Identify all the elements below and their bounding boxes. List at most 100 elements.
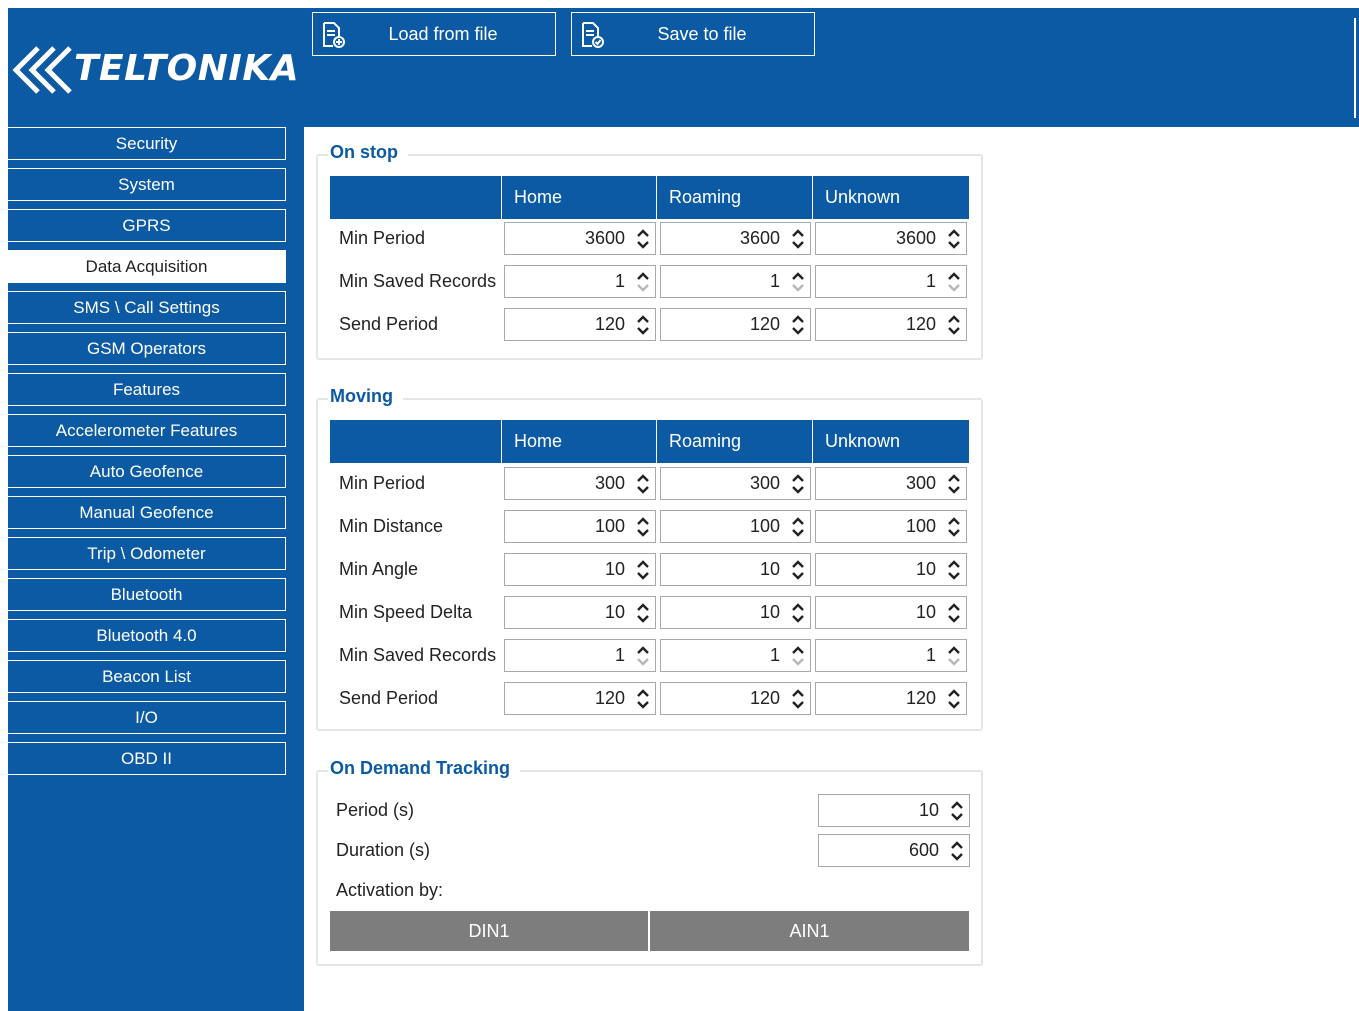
- min-angle-unknown-value: 10: [915, 559, 936, 579]
- min-distance-unknown-stepper[interactable]: 100: [815, 510, 967, 543]
- sidebar-item-security[interactable]: Security: [8, 127, 286, 160]
- spin-arrows-icon[interactable]: [946, 471, 962, 497]
- spin-arrows-icon[interactable]: [946, 600, 962, 626]
- sidebar-item-sms-call-settings[interactable]: SMS \ Call Settings: [8, 291, 286, 324]
- spin-arrows-icon[interactable]: [635, 514, 651, 540]
- row-label-min-distance: Min Distance: [339, 516, 444, 536]
- period-stepper[interactable]: 10: [818, 794, 970, 827]
- spin-arrows-icon[interactable]: [635, 600, 651, 626]
- sidebar-item-manual-geofence[interactable]: Manual Geofence: [8, 496, 286, 529]
- spin-arrows-icon[interactable]: [635, 312, 651, 338]
- toolbar-divider: [1354, 18, 1356, 118]
- sidebar-item-gsm-operators[interactable]: GSM Operators: [8, 332, 286, 365]
- column-header-unknown: Unknown: [812, 420, 969, 463]
- spin-arrows-icon[interactable]: [790, 643, 806, 669]
- min-period-home-value: 3600: [584, 228, 625, 248]
- send-period-unknown-stepper[interactable]: 120: [815, 308, 967, 341]
- min-angle-home-stepper[interactable]: 10: [504, 553, 656, 586]
- min-period-home-stepper[interactable]: 3600: [504, 222, 656, 255]
- min-saved-records-unknown-stepper[interactable]: 1: [815, 639, 967, 672]
- min-period-unknown-stepper[interactable]: 3600: [815, 222, 967, 255]
- send-period-home-value: 120: [594, 688, 625, 708]
- duration-stepper[interactable]: 600: [818, 834, 970, 867]
- on-demand-title: On Demand Tracking: [328, 756, 521, 780]
- min-period-roaming-value: 300: [749, 473, 780, 493]
- spin-arrows-icon[interactable]: [790, 686, 806, 712]
- sidebar-item-trip-odometer[interactable]: Trip \ Odometer: [8, 537, 286, 570]
- send-period-roaming-stepper[interactable]: 120: [660, 308, 811, 341]
- min-saved-records-roaming-value: 1: [769, 645, 780, 665]
- duration-label: Duration (s): [336, 840, 431, 860]
- din1-button[interactable]: DIN1: [330, 911, 648, 951]
- min-period-unknown-stepper[interactable]: 300: [815, 467, 967, 500]
- min-angle-roaming-stepper[interactable]: 10: [660, 553, 811, 586]
- min-saved-records-home-stepper[interactable]: 1: [504, 265, 656, 298]
- min-speed-delta-home-stepper[interactable]: 10: [504, 596, 656, 629]
- send-period-unknown-stepper[interactable]: 120: [815, 682, 967, 715]
- sidebar-item-auto-geofence[interactable]: Auto Geofence: [8, 455, 286, 488]
- min-distance-unknown-value: 100: [905, 516, 936, 536]
- sidebar-item-gprs[interactable]: GPRS: [8, 209, 286, 242]
- moving-title: Moving: [328, 384, 403, 408]
- sidebar-item-system[interactable]: System: [8, 168, 286, 201]
- spin-arrows-icon[interactable]: [635, 686, 651, 712]
- spin-arrows-icon[interactable]: [790, 600, 806, 626]
- min-speed-delta-unknown-stepper[interactable]: 10: [815, 596, 967, 629]
- sidebar-item-data-acquisition[interactable]: Data Acquisition: [8, 250, 286, 283]
- spin-arrows-icon[interactable]: [949, 798, 965, 824]
- row-label-min-saved-records: Min Saved Records: [339, 645, 497, 665]
- min-saved-records-roaming-stepper[interactable]: 1: [660, 639, 811, 672]
- send-period-unknown-value: 120: [905, 688, 936, 708]
- spin-arrows-icon[interactable]: [790, 269, 806, 295]
- spin-arrows-icon[interactable]: [946, 312, 962, 338]
- spin-arrows-icon[interactable]: [790, 514, 806, 540]
- sidebar-item-features[interactable]: Features: [8, 373, 286, 406]
- send-period-home-stepper[interactable]: 120: [504, 308, 656, 341]
- spin-arrows-icon[interactable]: [946, 514, 962, 540]
- spin-arrows-icon[interactable]: [949, 838, 965, 864]
- teltonika-logo: TELTONIKA: [8, 36, 304, 96]
- load-from-file-button[interactable]: Load from file: [312, 12, 556, 56]
- spin-arrows-icon[interactable]: [790, 226, 806, 252]
- min-saved-records-home-stepper[interactable]: 1: [504, 639, 656, 672]
- spin-arrows-icon[interactable]: [790, 312, 806, 338]
- spin-arrows-icon[interactable]: [946, 557, 962, 583]
- sidebar-item-accelerometer-features[interactable]: Accelerometer Features: [8, 414, 286, 447]
- min-distance-home-stepper[interactable]: 100: [504, 510, 656, 543]
- spin-arrows-icon[interactable]: [635, 643, 651, 669]
- min-period-home-stepper[interactable]: 300: [504, 467, 656, 500]
- min-angle-unknown-stepper[interactable]: 10: [815, 553, 967, 586]
- spin-arrows-icon[interactable]: [790, 557, 806, 583]
- spin-arrows-icon[interactable]: [946, 269, 962, 295]
- row-label-min-angle: Min Angle: [339, 559, 419, 579]
- min-distance-roaming-stepper[interactable]: 100: [660, 510, 811, 543]
- sidebar-item-io[interactable]: I/O: [8, 701, 286, 734]
- min-speed-delta-unknown-value: 10: [915, 602, 936, 622]
- column-header-home: Home: [501, 420, 656, 463]
- save-to-file-label: Save to file: [657, 23, 747, 44]
- row-label-min-saved-records: Min Saved Records: [339, 271, 497, 291]
- period-label: Period (s): [336, 800, 415, 820]
- spin-arrows-icon[interactable]: [635, 269, 651, 295]
- min-speed-delta-roaming-stepper[interactable]: 10: [660, 596, 811, 629]
- min-saved-records-unknown-stepper[interactable]: 1: [815, 265, 967, 298]
- spin-arrows-icon[interactable]: [635, 471, 651, 497]
- sidebar-item-bluetooth[interactable]: Bluetooth: [8, 578, 286, 611]
- min-period-roaming-stepper[interactable]: 300: [660, 467, 811, 500]
- spin-arrows-icon[interactable]: [790, 471, 806, 497]
- spin-arrows-icon[interactable]: [635, 226, 651, 252]
- min-period-roaming-stepper[interactable]: 3600: [660, 222, 811, 255]
- save-to-file-button[interactable]: Save to file: [571, 12, 815, 56]
- min-saved-records-roaming-stepper[interactable]: 1: [660, 265, 811, 298]
- sidebar-item-obd-ii[interactable]: OBD II: [8, 742, 286, 775]
- spin-arrows-icon[interactable]: [946, 643, 962, 669]
- spin-arrows-icon[interactable]: [946, 226, 962, 252]
- spin-arrows-icon[interactable]: [946, 686, 962, 712]
- send-period-home-value: 120: [594, 314, 625, 334]
- sidebar-item-beacon-list[interactable]: Beacon List: [8, 660, 286, 693]
- send-period-roaming-stepper[interactable]: 120: [660, 682, 811, 715]
- send-period-home-stepper[interactable]: 120: [504, 682, 656, 715]
- ain1-button[interactable]: AIN1: [650, 911, 969, 951]
- sidebar-item-bluetooth-4[interactable]: Bluetooth 4.0: [8, 619, 286, 652]
- spin-arrows-icon[interactable]: [635, 557, 651, 583]
